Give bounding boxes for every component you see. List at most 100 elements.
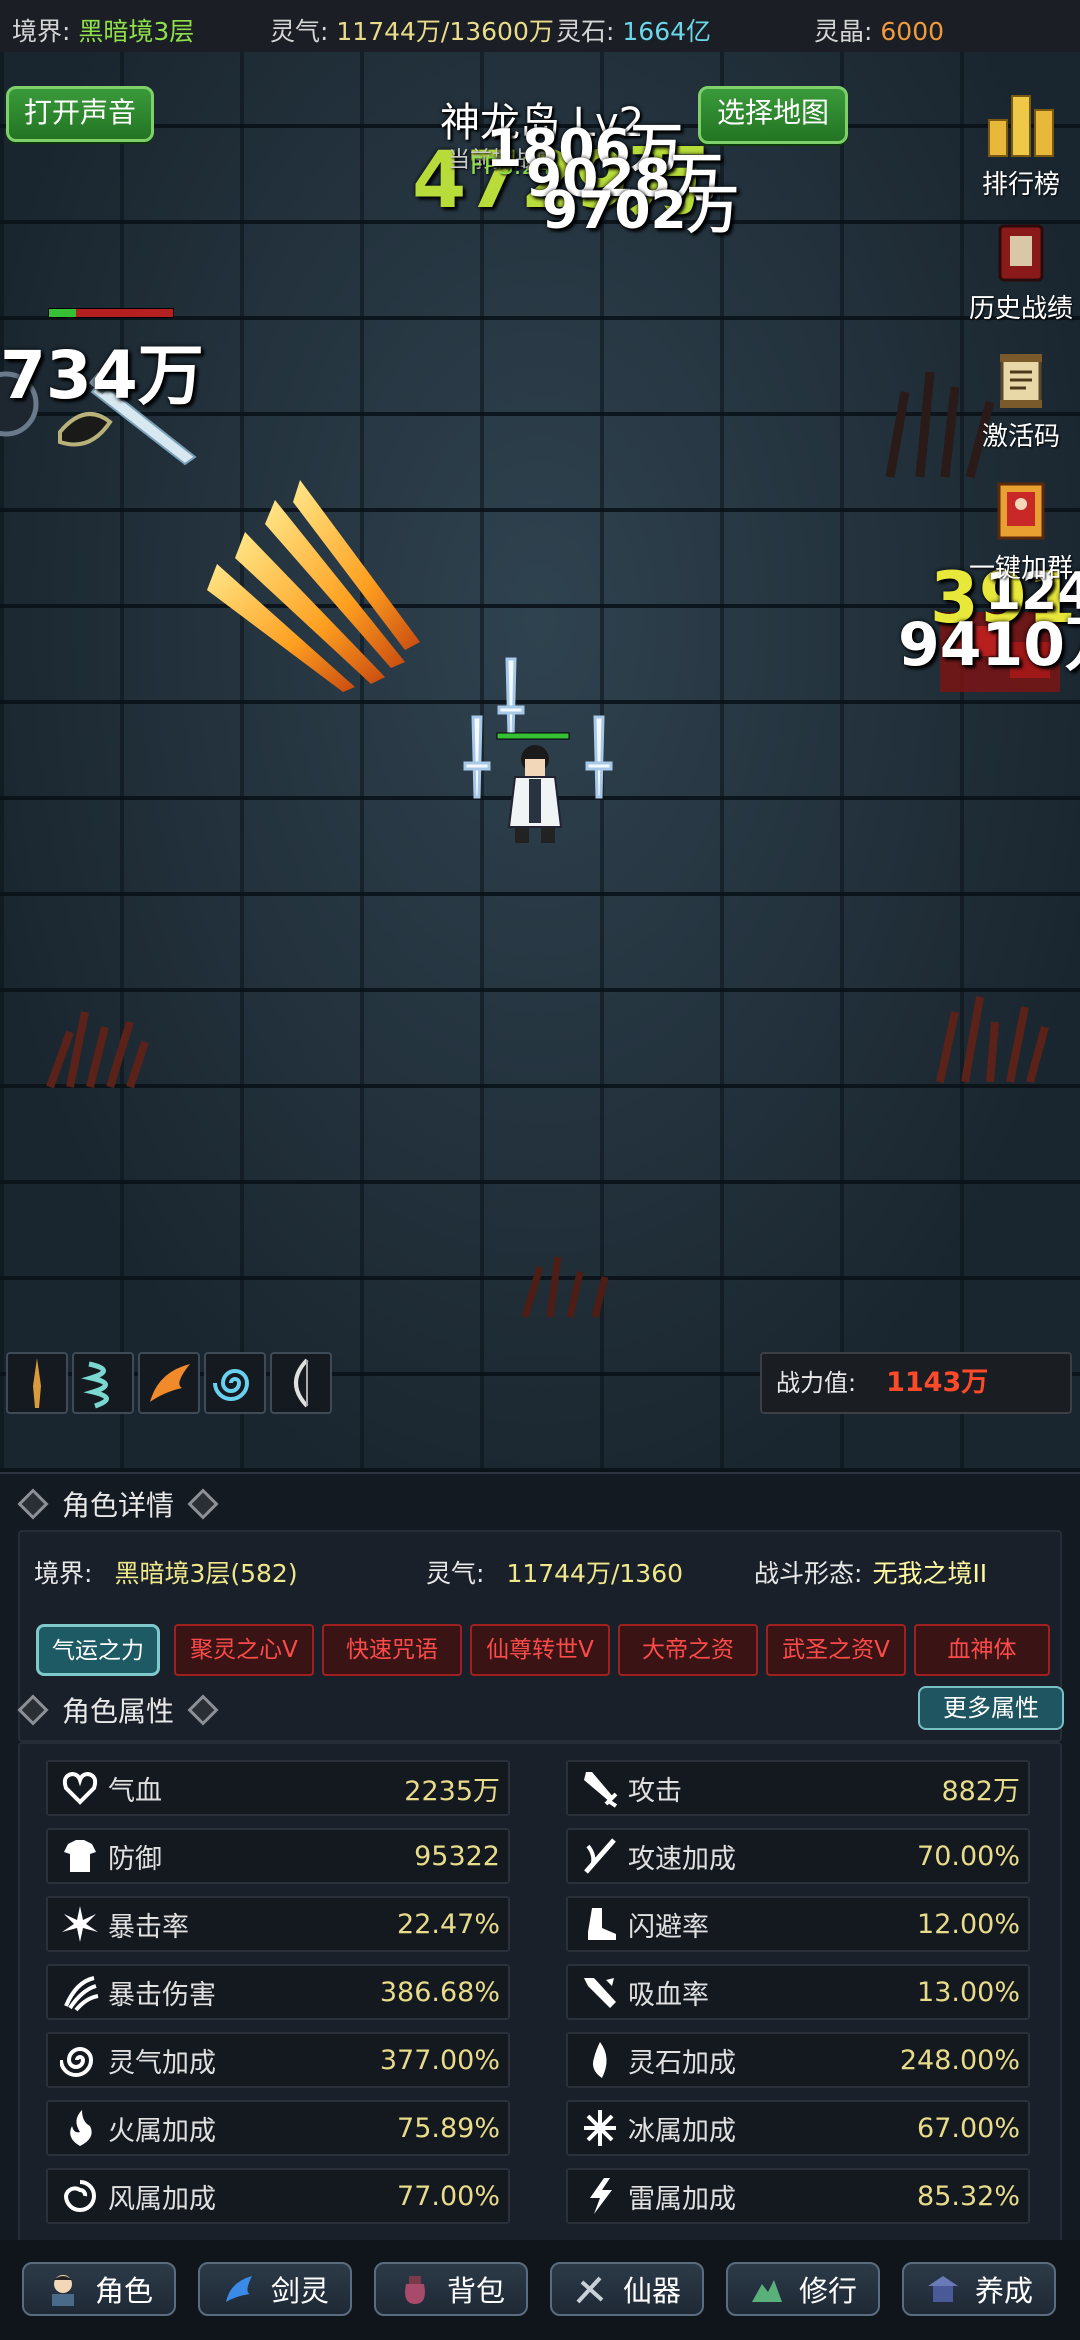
attr-name: 防御 <box>108 1843 162 1875</box>
attr-name: 暴击率 <box>108 1911 189 1943</box>
trait-tag[interactable]: 气运之力 <box>36 1624 160 1676</box>
attr-value: 77.00% <box>397 2180 500 2212</box>
attr-value: 377.00% <box>379 2044 500 2076</box>
sword-spirit-icon <box>225 2276 252 2302</box>
attr-name: 风属加成 <box>108 2183 216 2215</box>
attr-value: 12.00% <box>917 1908 1020 1940</box>
nav-cultivation-button[interactable]: 修行 <box>726 2262 880 2316</box>
wind-icon <box>63 2180 96 2212</box>
nav-character-button[interactable]: 角色 <box>22 2262 176 2316</box>
attr-row: 闪避率 12.00% <box>566 1896 1030 1952</box>
attr-row: 吸血率 13.00% <box>566 1964 1030 2020</box>
attr-row: 暴击伤害 386.68% <box>46 1964 510 2020</box>
detail-battle-form-value: 无我之境II <box>872 1559 988 1588</box>
attr-row: 灵石加成 248.00% <box>566 2032 1030 2088</box>
spirit-crystal-label: 灵晶: <box>814 17 873 46</box>
damage-number: 9410万 <box>898 610 1080 680</box>
diamond-ornament-icon <box>187 1694 219 1726</box>
combat-power-label: 战力值: <box>776 1369 857 1397</box>
character-panel: 角色详情 境界: 黑暗境3层(582) 灵气: 11744万/1360 战斗形态: 无… <box>0 1472 1080 2340</box>
redeem-code-button[interactable]: 激活码 <box>956 352 1080 453</box>
character-detail-title: 角色详情 <box>62 1489 175 1522</box>
vortex-skill-icon <box>213 1369 250 1401</box>
attr-row: 冰属加成 67.00% <box>566 2100 1030 2156</box>
spirit-stone-label: 灵石: <box>556 17 615 46</box>
book-icon <box>998 224 1044 282</box>
skill-slot[interactable] <box>138 1352 200 1414</box>
attr-row: 暴击率 22.47% <box>46 1896 510 1952</box>
attr-value: 248.00% <box>899 2044 1020 2076</box>
trait-tag[interactable]: 大帝之资 <box>618 1624 758 1676</box>
spear-skill-icon <box>33 1358 41 1408</box>
trait-tag[interactable]: 快速咒语 <box>322 1624 462 1676</box>
trait-tag[interactable]: 聚灵之心V <box>174 1624 314 1676</box>
sword-icon <box>584 1772 618 1808</box>
nav-bag-button[interactable]: 背包 <box>374 2262 528 2316</box>
battle-history-label: 历史战绩 <box>968 294 1073 324</box>
group-icon <box>997 482 1045 540</box>
battle-history-button[interactable]: 历史战绩 <box>956 224 1080 325</box>
qi-value: 11744万/13600万 <box>336 17 554 46</box>
toggle-sound-button[interactable]: 打开声音 <box>6 86 154 142</box>
combat-power-box: 战力值: 1143万 <box>760 1352 1072 1414</box>
spirit-crystal-stat: 灵晶: 6000 <box>814 12 944 48</box>
fire-slash-effect <box>207 480 420 692</box>
ranking-button[interactable]: 排行榜 <box>956 90 1080 201</box>
slash-icon <box>584 1838 616 1874</box>
nav-artifact-button[interactable]: 仙器 <box>550 2262 704 2316</box>
claw-icon <box>64 1976 99 2012</box>
battle-scene[interactable]: 打开声音 选择地图 4729万 神龙岛 Lv2 当前挑战中 FPS:24 180… <box>0 52 1080 1472</box>
attr-name: 灵石加成 <box>628 2047 736 2079</box>
scroll-icon <box>1000 354 1042 408</box>
skill-slot[interactable] <box>204 1352 266 1414</box>
attr-row: 火属加成 75.89% <box>46 2100 510 2156</box>
join-group-label: 一键加群 <box>968 554 1073 584</box>
nav-nurture-button[interactable]: 养成 <box>902 2262 1056 2316</box>
attr-value: 70.00% <box>917 1840 1020 1872</box>
character-attributes-title: 角色属性 <box>62 1695 175 1728</box>
attr-value: 22.47% <box>397 1908 500 1940</box>
attr-row: 攻速加成 70.00% <box>566 1828 1030 1884</box>
skill-slot[interactable] <box>72 1352 134 1414</box>
attr-value: 95322 <box>414 1840 500 1872</box>
damage-number: 9702万 <box>542 181 739 241</box>
character-detail-header: 角色详情 <box>4 1484 232 1524</box>
damage-number: 734万 <box>0 337 204 414</box>
game-screen: 境界: 黑暗境3层 灵气: 11744万/13600万 灵石: 1664亿 灵晶… <box>0 0 1080 2340</box>
armor-icon <box>64 1840 96 1872</box>
heart-icon <box>62 1771 98 1805</box>
trait-tag[interactable]: 仙尊转世V <box>470 1624 610 1676</box>
nav-sword-spirit-button[interactable]: 剑灵 <box>198 2262 352 2316</box>
attr-name: 冰属加成 <box>628 2115 736 2147</box>
attr-name: 暴击伤害 <box>108 1979 216 2011</box>
trait-tag[interactable]: 血神体 <box>914 1624 1050 1676</box>
dead-shrub-icon <box>46 1011 149 1089</box>
spirit-stone-value: 1664亿 <box>622 17 712 46</box>
attr-row: 防御 95322 <box>46 1828 510 1884</box>
mountain-icon <box>751 2280 782 2302</box>
bag-icon <box>405 2276 425 2304</box>
detail-battle-form: 战斗形态: 无我之境II <box>754 1554 987 1590</box>
attr-value: 882万 <box>941 1775 1020 1807</box>
detail-qi-value: 11744万/1360 <box>506 1559 684 1588</box>
attr-name: 吸血率 <box>628 1979 709 2011</box>
skill-bar <box>6 1352 332 1414</box>
trait-tag[interactable]: 武圣之资V <box>766 1624 906 1676</box>
nav-sword-spirit-label: 剑灵 <box>270 2274 329 2308</box>
resource-bar: 境界: 黑暗境3层 灵气: 11744万/13600万 灵石: 1664亿 灵晶… <box>0 0 1080 52</box>
fang-icon <box>584 1978 616 2008</box>
attr-name: 雷属加成 <box>628 2183 736 2215</box>
nav-cultivation-label: 修行 <box>798 2274 857 2308</box>
attr-value: 2235万 <box>404 1775 500 1807</box>
join-group-button[interactable]: 一键加群 <box>956 480 1080 585</box>
skill-slot[interactable] <box>6 1352 68 1414</box>
attr-row: 雷属加成 85.32% <box>566 2168 1030 2224</box>
realm-value: 黑暗境3层 <box>78 17 195 46</box>
spirit-stone-stat: 灵石: 1664亿 <box>556 12 711 48</box>
skill-slot[interactable] <box>270 1352 332 1414</box>
character-attributes-header: 角色属性 <box>4 1690 232 1730</box>
ranking-label: 排行榜 <box>981 170 1060 200</box>
realm-stat: 境界: 黑暗境3层 <box>12 12 194 48</box>
attr-row: 风属加成 77.00% <box>46 2168 510 2224</box>
more-attributes-button[interactable]: 更多属性 <box>918 1686 1064 1730</box>
